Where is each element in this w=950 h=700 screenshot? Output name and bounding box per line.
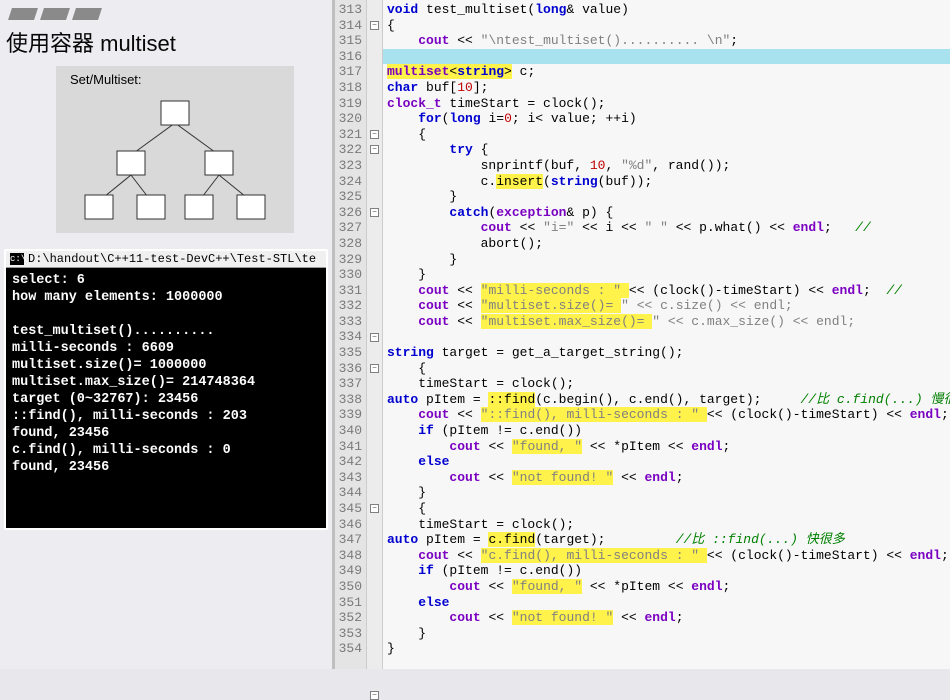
cmd-icon: c:\ [10,253,24,265]
console-window[interactable]: c:\ D:\handout\C++11-test-DevC++\Test-ST… [4,249,328,530]
tree-diagram-icon [75,93,275,223]
fold-column[interactable]: −−−−−−−− [367,0,383,669]
code-line[interactable]: { [387,361,950,377]
code-line[interactable] [387,49,950,65]
fold-toggle-icon[interactable]: − [370,21,379,30]
fold-toggle-icon[interactable]: − [370,691,379,700]
code-line[interactable]: auto pItem = c.find(target); //比 ::find(… [387,532,950,548]
slide-decor-stripes [6,8,322,20]
code-line[interactable]: cout << "not found! " << endl; [387,610,950,626]
fold-toggle-icon[interactable]: − [370,145,379,154]
code-line[interactable]: if (pItem != c.end()) [387,423,950,439]
code-line[interactable]: timeStart = clock(); [387,517,950,533]
code-line[interactable]: catch(exception& p) { [387,205,950,221]
code-line[interactable]: if (pItem != c.end()) [387,563,950,579]
code-line[interactable]: else [387,595,950,611]
fold-toggle-icon[interactable]: − [370,130,379,139]
slide-and-terminal-column: 使用容器 multiset Set/Multiset: [0,0,332,669]
code-line[interactable]: cout << "multiset.size()= " << c.size() … [387,298,950,314]
code-line[interactable]: } [387,485,950,501]
code-line[interactable]: abort(); [387,236,950,252]
code-line[interactable]: { [387,18,950,34]
code-line[interactable]: cout << "multiset.max_size()= " << c.max… [387,314,950,330]
code-line[interactable]: for(long i=0; i< value; ++i) [387,111,950,127]
code-line[interactable]: { [387,501,950,517]
code-line[interactable]: else [387,454,950,470]
code-line[interactable]: cout << "\ntest_multiset().......... \n"… [387,33,950,49]
code-line[interactable] [387,329,950,345]
code-line[interactable]: snprintf(buf, 10, "%d", rand()); [387,158,950,174]
code-line[interactable]: cout << "milli-seconds : " << (clock()-t… [387,283,950,299]
fold-toggle-icon[interactable]: − [370,333,379,342]
code-line[interactable]: cout << "::find(), milli-seconds : " << … [387,407,950,423]
code-line[interactable]: } [387,267,950,283]
diagram-label: Set/Multiset: [70,72,142,87]
code-line[interactable]: cout << "i=" << i << " " << p.what() << … [387,220,950,236]
code-line[interactable]: timeStart = clock(); [387,376,950,392]
fold-toggle-icon[interactable]: − [370,364,379,373]
code-line[interactable]: cout << "found, " << *pItem << endl; [387,579,950,595]
code-line[interactable]: char buf[10]; [387,80,950,96]
code-line[interactable]: string target = get_a_target_string(); [387,345,950,361]
code-line[interactable]: } [387,189,950,205]
code-line[interactable]: c.insert(string(buf)); [387,174,950,190]
code-line[interactable]: multiset<string> c; [387,64,950,80]
code-line[interactable]: void test_multiset(long& value) [387,2,950,18]
code-line[interactable]: cout << "found, " << *pItem << endl; [387,439,950,455]
slide-title: 使用容器 multiset [6,26,322,58]
console-title-text: D:\handout\C++11-test-DevC++\Test-STL\te [28,252,316,266]
code-area[interactable]: void test_multiset(long& value){ cout <<… [383,0,950,669]
code-editor[interactable]: 3133143153163173183193203213223233243253… [332,0,950,669]
tree-diagram-card: Set/Multiset: [56,66,294,233]
stripe [40,8,70,20]
code-line[interactable]: cout << "not found! " << endl; [387,470,950,486]
line-number-gutter: 3133143153163173183193203213223233243253… [335,0,367,669]
code-line[interactable]: { [387,127,950,143]
code-line[interactable]: cout << "c.find(), milli-seconds : " << … [387,548,950,564]
code-line[interactable]: clock_t timeStart = clock(); [387,96,950,112]
fold-toggle-icon[interactable]: − [370,504,379,513]
stripe [8,8,38,20]
stripe [72,8,102,20]
slide-area: 使用容器 multiset Set/Multiset: [0,0,332,249]
console-output[interactable]: select: 6 how many elements: 1000000 tes… [6,268,326,528]
code-line[interactable]: try { [387,142,950,158]
code-line[interactable]: } [387,641,950,657]
console-title-bar[interactable]: c:\ D:\handout\C++11-test-DevC++\Test-ST… [6,251,326,268]
fold-toggle-icon[interactable]: − [370,208,379,217]
code-line[interactable]: } [387,626,950,642]
code-line[interactable]: auto pItem = ::find(c.begin(), c.end(), … [387,392,950,408]
code-line[interactable]: } [387,252,950,268]
